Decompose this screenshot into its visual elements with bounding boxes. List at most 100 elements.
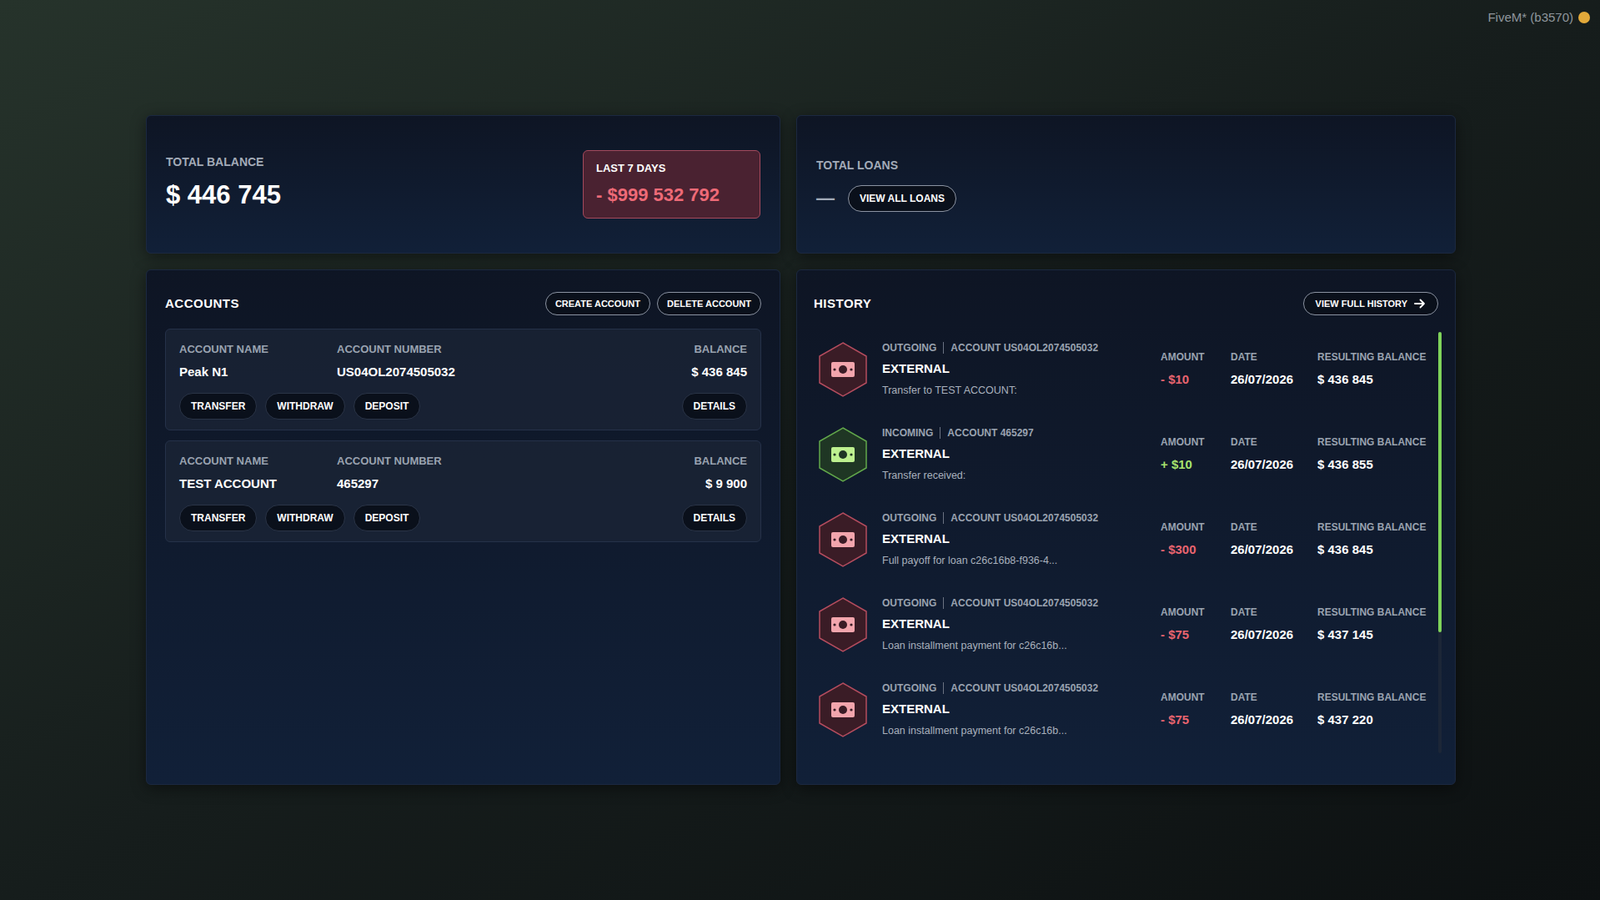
deposit-button[interactable]: DEPOSIT [353, 392, 422, 420]
resulting-balance-field: RESULTING BALANCE$ 436 845 [1317, 519, 1430, 560]
transfer-button[interactable]: TRANSFER [179, 392, 257, 420]
resulting-balance-label: RESULTING BALANCE [1317, 519, 1430, 535]
date-value: 26/07/2026 [1230, 625, 1308, 645]
date-value: 26/07/2026 [1230, 455, 1308, 475]
deposit-button[interactable]: DEPOSIT [353, 504, 422, 532]
build-label: FiveM* (b3570) [1487, 8, 1574, 28]
history-row[interactable]: OUTGOINGACCOUNT US04OL2074505032EXTERNAL… [813, 496, 1430, 582]
amount-label: AMOUNT [1160, 604, 1221, 620]
withdraw-button[interactable]: WITHDRAW [265, 392, 345, 420]
amount-field: AMOUNT- $75 [1160, 604, 1221, 645]
history-description: Loan installment payment for c26c16b... [882, 637, 1151, 654]
account-name-field: ACCOUNT NAMETEST ACCOUNT [179, 452, 337, 493]
account-balance: $ 436 845 [691, 362, 748, 382]
resulting-balance-field: RESULTING BALANCE$ 437 220 [1317, 689, 1430, 730]
history-meta: OUTGOINGACCOUNT US04OL2074505032 [882, 340, 1151, 356]
resulting-balance-field: RESULTING BALANCE $ 436 845 [1317, 349, 1430, 390]
history-direction: OUTGOING [882, 680, 937, 696]
withdraw-button[interactable]: WITHDRAW [265, 504, 345, 532]
resulting-balance-label: RESULTING BALANCE [1317, 349, 1430, 365]
banknote-icon [813, 340, 873, 399]
arrow-right-icon [1414, 298, 1426, 309]
total-balance-value: $ 446 745 [165, 175, 281, 216]
history-direction: OUTGOING [882, 595, 937, 611]
history-details: OUTGOINGACCOUNT US04OL2074505032EXTERNAL… [882, 510, 1151, 569]
account-number: 465297 [336, 474, 694, 494]
history-row[interactable]: OUTGOING ACCOUNT US04OL2074505032 EXTERNAL… [813, 667, 1430, 753]
account-balance-label: BALANCE [693, 341, 748, 358]
history-account: ACCOUNT 465297 [947, 425, 1034, 441]
divider [942, 511, 944, 524]
resulting-balance-field: RESULTING BALANCE $ 436 855 [1317, 434, 1430, 475]
history-panel: HISTORYVIEW FULL HISTORYOUTGOINGACCOUNT … [796, 269, 1456, 785]
balance-panel: TOTAL BALANCE$ 446 745LAST 7 DAYS- $999 … [145, 115, 781, 254]
history-details: INCOMINGACCOUNT 465297EXTERNALTransfer r… [882, 425, 1151, 484]
history-type: EXTERNAL [882, 359, 1151, 379]
date-label: DATE [1230, 519, 1308, 535]
history-row[interactable]: OUTGOINGACCOUNT US04OL2074505032EXTERNAL… [813, 581, 1430, 668]
view-full-history-label: VIEW FULL HISTORY [1315, 296, 1408, 311]
history-details: OUTGOINGACCOUNT US04OL2074505032 EXTERNAL… [882, 340, 1151, 399]
accounts-panel: ACCOUNTSCREATE ACCOUNTDELETE ACCOUNT ACCO… [145, 269, 781, 785]
date-label: DATE [1230, 349, 1308, 365]
history-type: EXTERNAL [882, 699, 1151, 719]
history-row[interactable]: OUTGOINGACCOUNT US04OL2074505032 EXTERNAL… [813, 326, 1430, 412]
amount-value: - $300 [1160, 540, 1221, 560]
scrollbar[interactable] [1438, 331, 1442, 753]
history-description: Full payoff for loan c26c16b8-f936-4... [882, 552, 1151, 569]
divider [942, 596, 944, 609]
history-title: HISTORY [813, 294, 872, 314]
delete-account-button[interactable]: DELETE ACCOUNT [657, 291, 762, 316]
history-row[interactable]: INCOMINGACCOUNT 465297EXTERNALTransfer r… [813, 411, 1430, 497]
loans-row: — VIEW ALL LOANS [816, 184, 1436, 212]
bank-layout: TOTAL BALANCE$ 446 745LAST 7 DAYS- $999 … [0, 0, 1600, 785]
total-balance: TOTAL BALANCE $ 446 745 [165, 153, 281, 216]
date-value: 26/07/2026 [1230, 710, 1308, 730]
history-description: Transfer to TEST ACCOUNT: [882, 382, 1151, 399]
total-loans-value: — [816, 184, 835, 212]
history-details: OUTGOING ACCOUNT US04OL2074505032 EXTERNAL… [882, 680, 1151, 739]
date-label: DATE [1230, 434, 1308, 450]
date-field: DATE 26/07/2026 [1230, 434, 1308, 475]
scrollbar-thumb[interactable] [1438, 331, 1442, 632]
details-button[interactable]: DETAILS [682, 504, 748, 532]
amount-field: AMOUNT+ $10 [1160, 434, 1221, 475]
amount-field: AMOUNT- $300 [1160, 519, 1221, 560]
history-description: Transfer received: [882, 467, 1151, 484]
amount-value: + $10 [1160, 455, 1221, 475]
transfer-button[interactable]: TRANSFER [179, 504, 257, 532]
amount-field: AMOUNT- $10 [1160, 349, 1221, 390]
account-actions: TRANSFER WITHDRAW DEPOSIT [179, 504, 421, 532]
date-field: DATE26/07/2026 [1230, 604, 1308, 645]
account-name-label: ACCOUNT NAME [179, 452, 337, 470]
account-number-field: ACCOUNT NUMBERUS04OL2074505032 [336, 341, 692, 382]
history-meta: INCOMINGACCOUNT 465297 [882, 425, 1151, 441]
history-account: ACCOUNT US04OL2074505032 [950, 680, 1099, 696]
account-card: ACCOUNT NAMETEST ACCOUNTACCOUNT NUMBER46… [165, 440, 762, 542]
account-balance-field: BALANCE $ 436 845 [691, 341, 748, 382]
account-balance-label: BALANCE [693, 452, 748, 470]
resulting-balance-value: $ 437 220 [1317, 710, 1430, 730]
build-overlay: FiveM* (b3570) [1487, 8, 1590, 28]
create-account-button[interactable]: CREATE ACCOUNT [545, 291, 651, 316]
view-full-history-button[interactable]: VIEW FULL HISTORY [1303, 291, 1439, 316]
resulting-balance-label: RESULTING BALANCE [1317, 434, 1430, 450]
view-all-loans-button[interactable]: VIEW ALL LOANS [847, 185, 957, 212]
account-list: ACCOUNT NAME Peak N1ACCOUNT NUMBERUS04OL2… [165, 328, 762, 542]
details-button[interactable]: DETAILS [682, 392, 748, 420]
resulting-balance-value: $ 436 855 [1317, 455, 1430, 475]
account-balance: $ 9 900 [705, 474, 748, 494]
account-buttons: TRANSFER WITHDRAW DEPOSIT DETAILS [179, 392, 748, 420]
divider [942, 682, 944, 694]
accounts-header: ACCOUNTSCREATE ACCOUNTDELETE ACCOUNT [165, 288, 762, 319]
history-type: EXTERNAL [882, 529, 1151, 549]
account-name: Peak N1 [179, 362, 337, 382]
account-actions: TRANSFER WITHDRAW DEPOSIT [179, 392, 421, 420]
resulting-balance-label: RESULTING BALANCE [1317, 604, 1430, 620]
account-info: ACCOUNT NAMETEST ACCOUNTACCOUNT NUMBER46… [179, 452, 748, 493]
banknote-icon [813, 680, 873, 739]
total-balance-label: TOTAL BALANCE [165, 153, 281, 171]
resulting-balance-value: $ 436 845 [1317, 370, 1430, 390]
account-buttons: TRANSFER WITHDRAW DEPOSIT DETAILS [179, 504, 748, 532]
banknote-icon [813, 510, 873, 569]
